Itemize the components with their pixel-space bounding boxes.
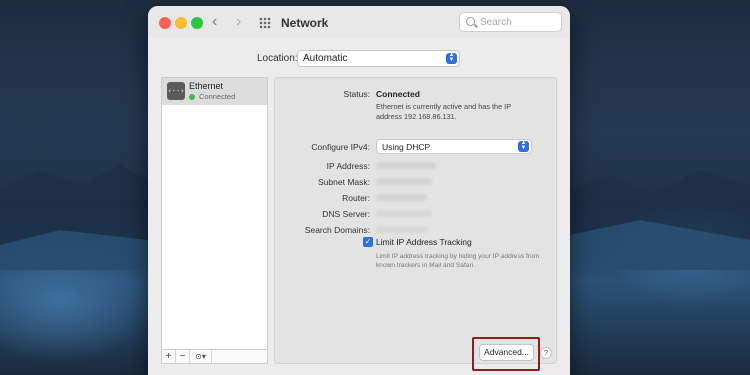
status-value: Connected — [376, 89, 420, 99]
status-description: Ethernet is currently active and has the… — [376, 102, 511, 121]
chevron-updown-icon: ▲ ▼ — [446, 52, 457, 64]
search-field[interactable]: Search — [459, 12, 562, 32]
ip-address-value-redacted — [376, 162, 436, 169]
ip-address-label: IP Address: — [326, 161, 370, 171]
location-value: Automatic — [303, 53, 348, 64]
network-preferences-window: ‹ › Network Search Location: Automatic ▲… — [148, 6, 570, 375]
service-status: Connected — [199, 92, 236, 101]
configure-ipv4-label: Configure IPv4: — [311, 142, 370, 152]
back-button[interactable]: ‹ — [212, 14, 217, 30]
subnet-mask-value-redacted — [376, 178, 432, 185]
status-label: Status: — [343, 89, 370, 99]
zoom-button[interactable] — [191, 17, 203, 29]
service-list-toolbar: + − ⊙▾ — [162, 349, 267, 363]
ethernet-icon: ‹··› — [167, 82, 185, 100]
search-icon — [466, 17, 475, 26]
add-service-button[interactable]: + — [162, 350, 176, 363]
dns-server-value-redacted — [376, 210, 432, 217]
limit-tracking-hint: Limit IP address tracking by hiding your… — [376, 253, 540, 269]
search-placeholder: Search — [480, 17, 512, 28]
dns-server-label: DNS Server: — [322, 209, 370, 219]
service-list: ‹··› Ethernet Connected + − ⊙▾ — [161, 77, 268, 364]
router-value-redacted — [376, 194, 426, 201]
help-button[interactable]: ? — [540, 347, 552, 359]
chevron-updown-icon: ▲ ▼ — [518, 140, 529, 152]
subnet-mask-label: Subnet Mask: — [318, 177, 370, 187]
service-name: Ethernet — [189, 81, 224, 91]
remove-service-button[interactable]: − — [176, 350, 190, 363]
configure-ipv4-value: Using DHCP — [382, 142, 431, 152]
action-menu-button[interactable]: ⊙▾ — [190, 350, 212, 363]
location-label: Location: — [257, 53, 298, 64]
status-dot — [189, 94, 195, 100]
minimize-button[interactable] — [175, 17, 187, 29]
limit-tracking-label: Limit IP Address Tracking — [376, 237, 472, 247]
forward-button[interactable]: › — [236, 14, 241, 30]
close-button[interactable] — [159, 17, 171, 29]
details-panel: Status: Connected Ethernet is currently … — [274, 77, 557, 364]
show-all-grid-icon[interactable] — [259, 17, 271, 29]
location-select[interactable]: Automatic ▲ ▼ — [297, 50, 460, 67]
search-domains-value-redacted — [376, 226, 428, 233]
title-bar: ‹ › Network Search — [148, 6, 570, 38]
search-domains-label: Search Domains: — [304, 225, 370, 235]
configure-ipv4-select[interactable]: Using DHCP ▲ ▼ — [376, 139, 532, 154]
window-title: Network — [281, 16, 329, 30]
advanced-button[interactable]: Advanced... — [479, 344, 534, 361]
limit-tracking-checkbox[interactable]: ✓ — [363, 237, 373, 247]
router-label: Router: — [342, 193, 370, 203]
